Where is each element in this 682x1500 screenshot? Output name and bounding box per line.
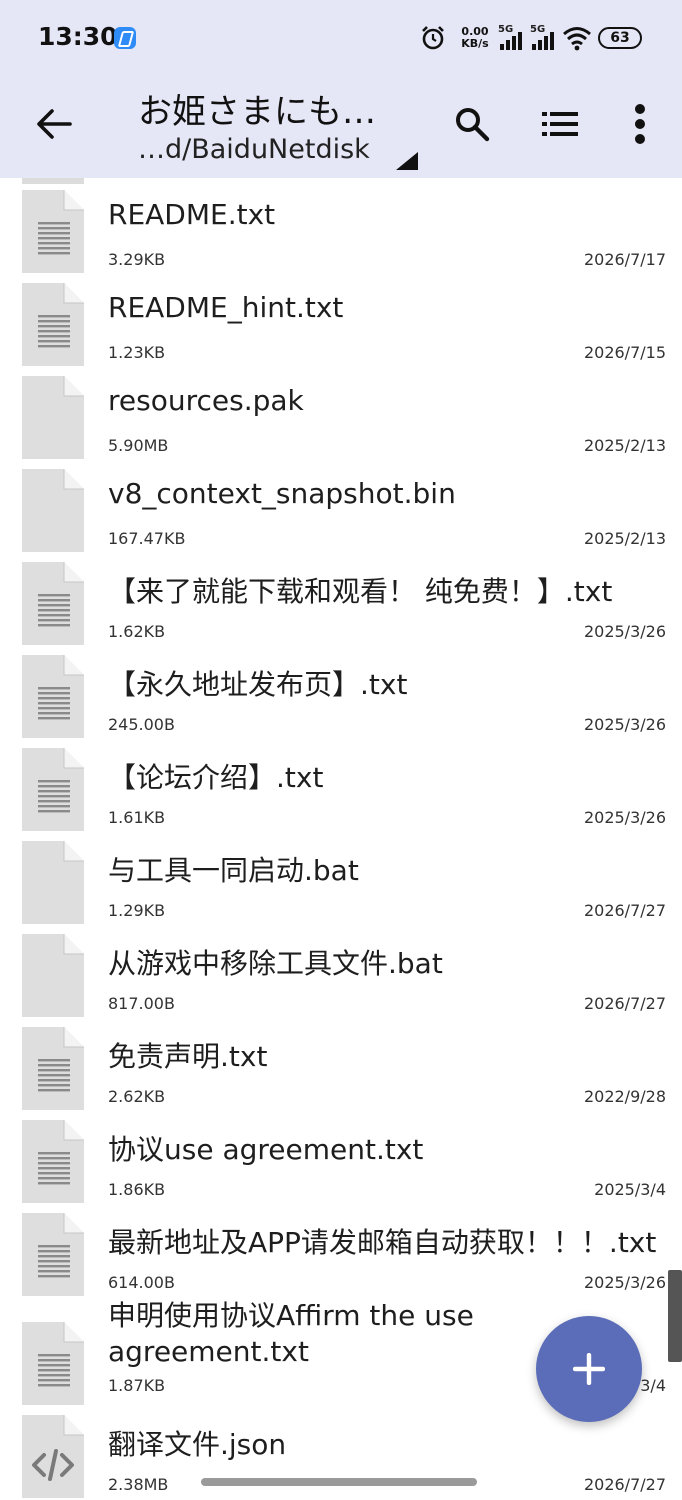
file-date: 2026/7/15 — [583, 343, 666, 362]
add-fab-button[interactable] — [536, 1316, 642, 1422]
file-name: 协议use agreement.txt — [108, 1133, 424, 1166]
search-button[interactable] — [444, 96, 500, 152]
blank-file-icon — [22, 376, 84, 459]
status-icons: 0.00 KB/s 5G 5G 63 — [420, 22, 642, 54]
file-name: 【论坛介绍】.txt — [108, 761, 324, 794]
cell-signal-icon: 5G — [530, 24, 556, 52]
file-date: 2025/3/26 — [583, 1273, 666, 1292]
home-indicator[interactable] — [201, 1478, 477, 1486]
file-size: 1.61KB — [108, 808, 166, 827]
app-notification-icon — [114, 27, 136, 49]
back-button[interactable] — [26, 96, 82, 152]
file-date: 2025/3/4 — [594, 1180, 666, 1199]
view-mode-button[interactable] — [532, 96, 588, 152]
blank-file-icon — [22, 469, 84, 552]
blank-file-icon — [22, 934, 84, 1017]
file-name: v8_context_snapshot.bin — [108, 477, 456, 510]
file-row[interactable]: README.txt 3.29KB 2026/7/17 — [0, 178, 682, 273]
file-name: 最新地址及APP请发邮箱自动获取！！！.txt — [108, 1226, 657, 1259]
file-size: 817.00B — [108, 994, 175, 1013]
folder-title: お姫さまにも… — [138, 92, 376, 132]
file-date: 2026/7/27 — [583, 994, 666, 1013]
file-size: 614.00B — [108, 1273, 175, 1292]
text-file-icon — [22, 1322, 84, 1405]
file-name: README_hint.txt — [108, 291, 344, 324]
scrollbar-thumb[interactable] — [668, 1270, 682, 1362]
wifi-icon — [563, 27, 591, 51]
text-file-icon — [22, 190, 84, 273]
file-date: 2025/3/26 — [583, 808, 666, 827]
file-size: 167.47KB — [108, 529, 186, 548]
file-name: 【永久地址发布页】.txt — [108, 668, 408, 701]
file-size: 245.00B — [108, 715, 175, 734]
file-date: 2025/2/13 — [583, 436, 666, 455]
file-date: 2025/3/26 — [583, 622, 666, 641]
file-name: 翻译文件.json — [108, 1428, 287, 1461]
file-size: 2.38MB — [108, 1475, 169, 1494]
text-file-icon — [22, 562, 84, 645]
text-file-icon — [22, 655, 84, 738]
file-date: 2022/9/28 — [583, 1087, 666, 1106]
file-size: 1.23KB — [108, 343, 166, 362]
more-options-button[interactable] — [612, 96, 668, 152]
file-name: 【来了就能下载和观看！ 纯免费！】.txt — [108, 575, 613, 608]
file-date: 2026/7/27 — [583, 1475, 666, 1494]
file-name: 与工具一同启动.bat — [108, 854, 359, 887]
file-size: 3.29KB — [108, 250, 166, 269]
file-size: 1.29KB — [108, 901, 166, 920]
file-size: 1.86KB — [108, 1180, 166, 1199]
file-list[interactable]: README.txt 3.29KB 2026/7/17 README_hint.txt… — [0, 178, 682, 1500]
list-view-icon — [542, 112, 578, 136]
file-date: 2026/7/17 — [583, 250, 666, 269]
file-size: 1.62KB — [108, 622, 166, 641]
file-row[interactable]: 协议use agreement.txt 1.86KB 2025/3/4 — [0, 1108, 682, 1203]
more-vertical-icon — [635, 104, 645, 144]
path-dropdown-icon[interactable] — [396, 152, 418, 170]
text-file-icon — [22, 1213, 84, 1296]
file-row[interactable]: 与工具一同启动.bat 1.29KB 2026/7/27 — [0, 829, 682, 924]
text-file-icon — [22, 283, 84, 366]
cell-signal-icon: 5G — [498, 24, 524, 52]
file-row[interactable]: 【来了就能下载和观看！ 纯免费！】.txt 1.62KB 2025/3/26 — [0, 550, 682, 645]
file-date: 2025/3/26 — [583, 715, 666, 734]
code-file-icon — [22, 1415, 84, 1498]
text-file-icon — [22, 1120, 84, 1203]
blank-file-icon — [22, 841, 84, 924]
file-row[interactable]: 【论坛介绍】.txt 1.61KB 2025/3/26 — [0, 736, 682, 831]
file-size: 1.87KB — [108, 1376, 166, 1395]
file-row[interactable]: 最新地址及APP请发邮箱自动获取！！！.txt 614.00B 2025/3/26 — [0, 1201, 682, 1296]
battery-indicator: 63 — [598, 27, 642, 49]
network-speed: 0.00 KB/s — [461, 25, 489, 50]
file-row[interactable]: v8_context_snapshot.bin 167.47KB 2025/2/13 — [0, 457, 682, 552]
text-file-icon — [22, 748, 84, 831]
alarm-icon — [422, 26, 444, 50]
file-row[interactable]: 免责声明.txt 2.62KB 2022/9/28 — [0, 1015, 682, 1110]
file-name: 免责声明.txt — [108, 1040, 268, 1073]
text-file-icon — [22, 1027, 84, 1110]
search-icon — [456, 108, 490, 142]
file-name: resources.pak — [108, 384, 304, 417]
file-name: 申明使用协议Affirm the use agreement.txt — [108, 1299, 474, 1368]
file-name: README.txt — [108, 198, 276, 231]
file-date: 2025/2/13 — [583, 529, 666, 548]
file-row[interactable]: README_hint.txt 1.23KB 2026/7/15 — [0, 271, 682, 366]
file-row[interactable]: 从游戏中移除工具文件.bat 817.00B 2026/7/27 — [0, 922, 682, 1017]
status-time: 13:30 — [38, 22, 118, 51]
file-size: 2.62KB — [108, 1087, 166, 1106]
status-bar: 13:30 0.00 KB/s 5G 5G 63 — [0, 0, 682, 76]
app-bar: お姫さまにも… …d/BaiduNetdisk — [0, 76, 682, 178]
file-date: 2026/7/27 — [583, 901, 666, 920]
top-area: 13:30 0.00 KB/s 5G 5G 63 お姫さまにも… …d/Baid… — [0, 0, 682, 178]
file-row[interactable]: 【永久地址发布页】.txt 245.00B 2025/3/26 — [0, 643, 682, 738]
arrow-left-icon — [37, 109, 72, 139]
file-name: 从游戏中移除工具文件.bat — [108, 947, 443, 980]
file-row[interactable]: resources.pak 5.90MB 2025/2/13 — [0, 364, 682, 459]
plus-icon — [573, 1353, 605, 1385]
file-size: 5.90MB — [108, 436, 169, 455]
folder-path[interactable]: …d/BaiduNetdisk — [138, 134, 370, 165]
